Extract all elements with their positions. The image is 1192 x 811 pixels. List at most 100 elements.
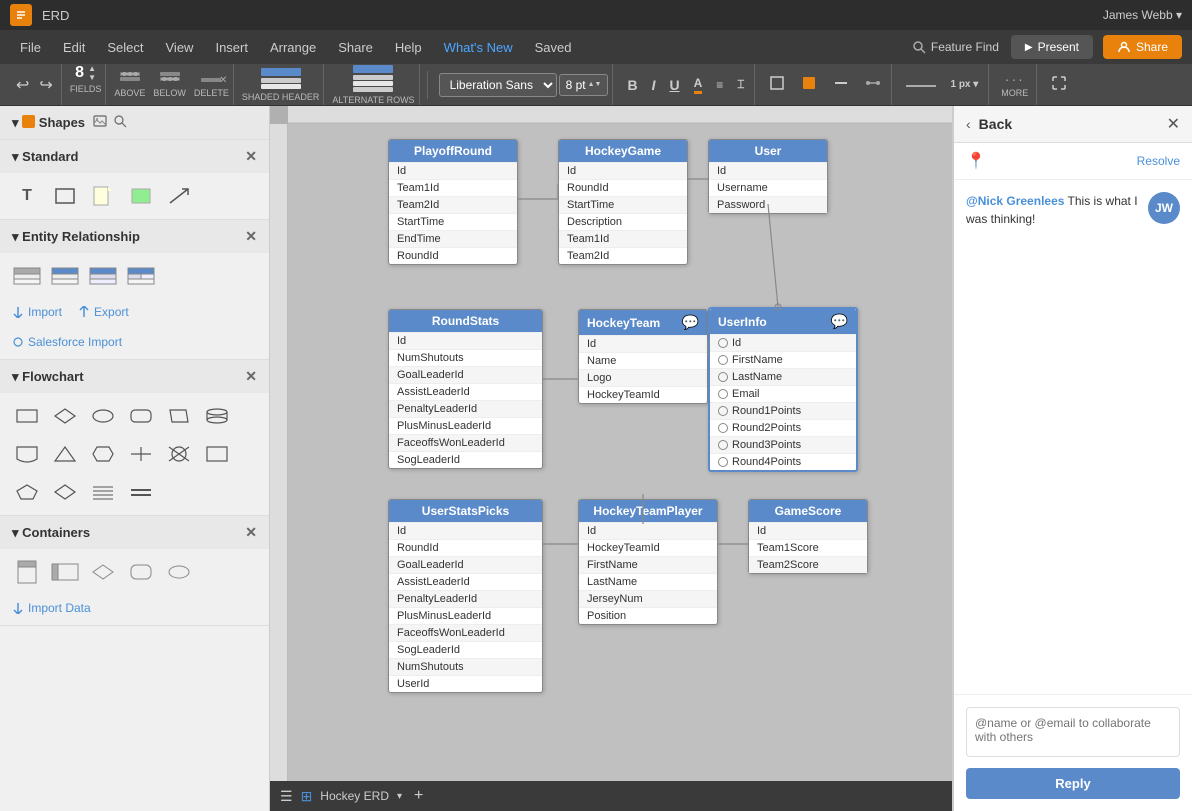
table-game-score[interactable]: GameScore Id Team1Score Team2Score	[748, 499, 868, 574]
reply-button[interactable]: Reply	[966, 768, 1180, 799]
flowchart-header[interactable]: ▾ Flowchart ✕	[0, 360, 269, 393]
line-color-button[interactable]	[827, 71, 855, 98]
salesforce-import-link[interactable]: Salesforce Import	[12, 335, 122, 349]
grid-view-button[interactable]: ⊞	[301, 788, 313, 805]
ct-rounded[interactable]	[126, 557, 156, 587]
ct-vertical[interactable]	[12, 557, 42, 587]
comment-pin-icon[interactable]: 💬	[682, 314, 699, 331]
fc-equals[interactable]	[126, 477, 156, 507]
fc-rect2[interactable]	[202, 439, 232, 469]
line-width-button[interactable]: 1 px ▾	[944, 75, 984, 94]
menu-edit[interactable]: Edit	[53, 36, 95, 59]
text-direction-button[interactable]: ⌶	[731, 73, 750, 96]
alternate-rows-button[interactable]: ALTERNATE ROWS	[332, 65, 414, 105]
italic-button[interactable]: I	[646, 73, 662, 97]
comment-panel-close[interactable]: ✕	[1167, 114, 1180, 134]
connector-button[interactable]	[859, 71, 887, 98]
image-icon[interactable]	[93, 114, 107, 131]
text-shape[interactable]: T	[12, 181, 42, 211]
undo-button[interactable]: ↩	[12, 73, 33, 97]
share-button[interactable]: Share	[1103, 35, 1182, 59]
standard-close[interactable]: ✕	[245, 148, 257, 165]
rect-shape[interactable]	[50, 181, 80, 211]
fc-x[interactable]	[164, 439, 194, 469]
entity-relationship-header[interactable]: ▾ Entity Relationship ✕	[0, 220, 269, 253]
entity-relationship-close[interactable]: ✕	[245, 228, 257, 245]
erd-shape-2[interactable]	[50, 261, 80, 291]
menu-insert[interactable]: Insert	[205, 36, 258, 59]
menu-select[interactable]: Select	[97, 36, 153, 59]
border-style-button[interactable]	[763, 71, 791, 98]
menu-arrange[interactable]: Arrange	[260, 36, 326, 59]
color-shape[interactable]	[126, 181, 156, 211]
menu-help[interactable]: Help	[385, 36, 432, 59]
table-user[interactable]: User Id Username Password	[708, 139, 828, 214]
shaded-header-button[interactable]: SHADED HEADER	[242, 68, 320, 102]
font-family-select[interactable]: Liberation Sans	[439, 73, 557, 97]
font-color-button[interactable]: A	[688, 72, 709, 98]
comment-pin-icon2[interactable]: 💬	[831, 313, 848, 330]
present-button[interactable]: Present	[1011, 35, 1093, 59]
below-button[interactable]: BELOW	[153, 72, 186, 98]
import-link[interactable]: Import	[12, 305, 62, 319]
resolve-button[interactable]: Resolve	[1137, 154, 1180, 168]
fc-diamond[interactable]	[50, 401, 80, 431]
fields-stepper[interactable]: ▲ ▼	[88, 64, 96, 82]
feature-find[interactable]: Feature Find	[902, 36, 1009, 58]
erd-shape-1[interactable]	[12, 261, 42, 291]
fc-rounded-rect[interactable]	[126, 401, 156, 431]
list-view-button[interactable]: ☰	[280, 788, 293, 805]
bold-button[interactable]: B	[621, 73, 643, 97]
page-dropdown[interactable]: ▾	[397, 791, 402, 802]
ct-ellipse[interactable]	[164, 557, 194, 587]
ct-diamond[interactable]	[88, 557, 118, 587]
fc-diamond2[interactable]	[50, 477, 80, 507]
containers-header[interactable]: ▾ Containers ✕	[0, 516, 269, 549]
fc-ellipse[interactable]	[88, 401, 118, 431]
more-button[interactable]: ··· MORE	[997, 67, 1032, 102]
erd-shape-3[interactable]	[88, 261, 118, 291]
canvas-area[interactable]: PlayoffRound Id Team1Id Team2Id StartTim…	[270, 106, 1192, 811]
fc-doc[interactable]	[12, 439, 42, 469]
font-size-selector[interactable]: 8 pt ▲▼	[559, 74, 609, 96]
arrow-shape[interactable]	[164, 181, 194, 211]
standard-header[interactable]: ▾ Standard ✕	[0, 140, 269, 173]
fc-hexagon[interactable]	[88, 439, 118, 469]
underline-button[interactable]: U	[663, 73, 685, 97]
menu-file[interactable]: File	[10, 36, 51, 59]
table-user-info[interactable]: UserInfo 💬 Id FirstName LastName Email R…	[708, 307, 858, 472]
import-data-link[interactable]: Import Data	[12, 601, 91, 615]
line-style-button[interactable]	[900, 73, 942, 97]
flowchart-close[interactable]: ✕	[245, 368, 257, 385]
table-round-stats[interactable]: RoundStats Id NumShutouts GoalLeaderId A…	[388, 309, 543, 469]
delete-button[interactable]: ✕ DELETE	[194, 72, 229, 98]
fullscreen-button[interactable]	[1045, 71, 1073, 98]
fc-parallelogram[interactable]	[164, 401, 194, 431]
menu-share[interactable]: Share	[328, 36, 383, 59]
table-playoff-round[interactable]: PlayoffRound Id Team1Id Team2Id StartTim…	[388, 139, 518, 265]
fc-triangle[interactable]	[50, 439, 80, 469]
comment-input[interactable]	[966, 707, 1180, 757]
back-button[interactable]: ‹	[966, 116, 971, 132]
search-icon[interactable]	[113, 114, 127, 131]
align-left-button[interactable]: ≡	[710, 74, 729, 96]
note-shape[interactable]	[88, 181, 118, 211]
redo-button[interactable]: ↪	[35, 73, 56, 97]
table-user-stats-picks[interactable]: UserStatsPicks Id RoundId GoalLeaderId A…	[388, 499, 543, 693]
fc-rect[interactable]	[12, 401, 42, 431]
shapes-header[interactable]: ▾ Shapes	[0, 106, 269, 139]
erd-shape-4[interactable]	[126, 261, 156, 291]
table-hockey-game[interactable]: HockeyGame Id RoundId StartTime Descript…	[558, 139, 688, 265]
menu-whats-new[interactable]: What's New	[434, 36, 523, 59]
add-page-button[interactable]: +	[414, 787, 423, 805]
fc-pentagon[interactable]	[12, 477, 42, 507]
menu-view[interactable]: View	[156, 36, 204, 59]
fc-cylinder[interactable]	[202, 401, 232, 431]
table-hockey-team-player[interactable]: HockeyTeamPlayer Id HockeyTeamId FirstNa…	[578, 499, 718, 625]
fc-list[interactable]	[88, 477, 118, 507]
fc-cross[interactable]	[126, 439, 156, 469]
table-hockey-team[interactable]: HockeyTeam 💬 Id Name Logo HockeyTeamId	[578, 309, 708, 404]
export-link[interactable]: Export	[78, 305, 129, 319]
fill-color-button[interactable]	[795, 71, 823, 98]
above-button[interactable]: ABOVE	[114, 72, 145, 98]
